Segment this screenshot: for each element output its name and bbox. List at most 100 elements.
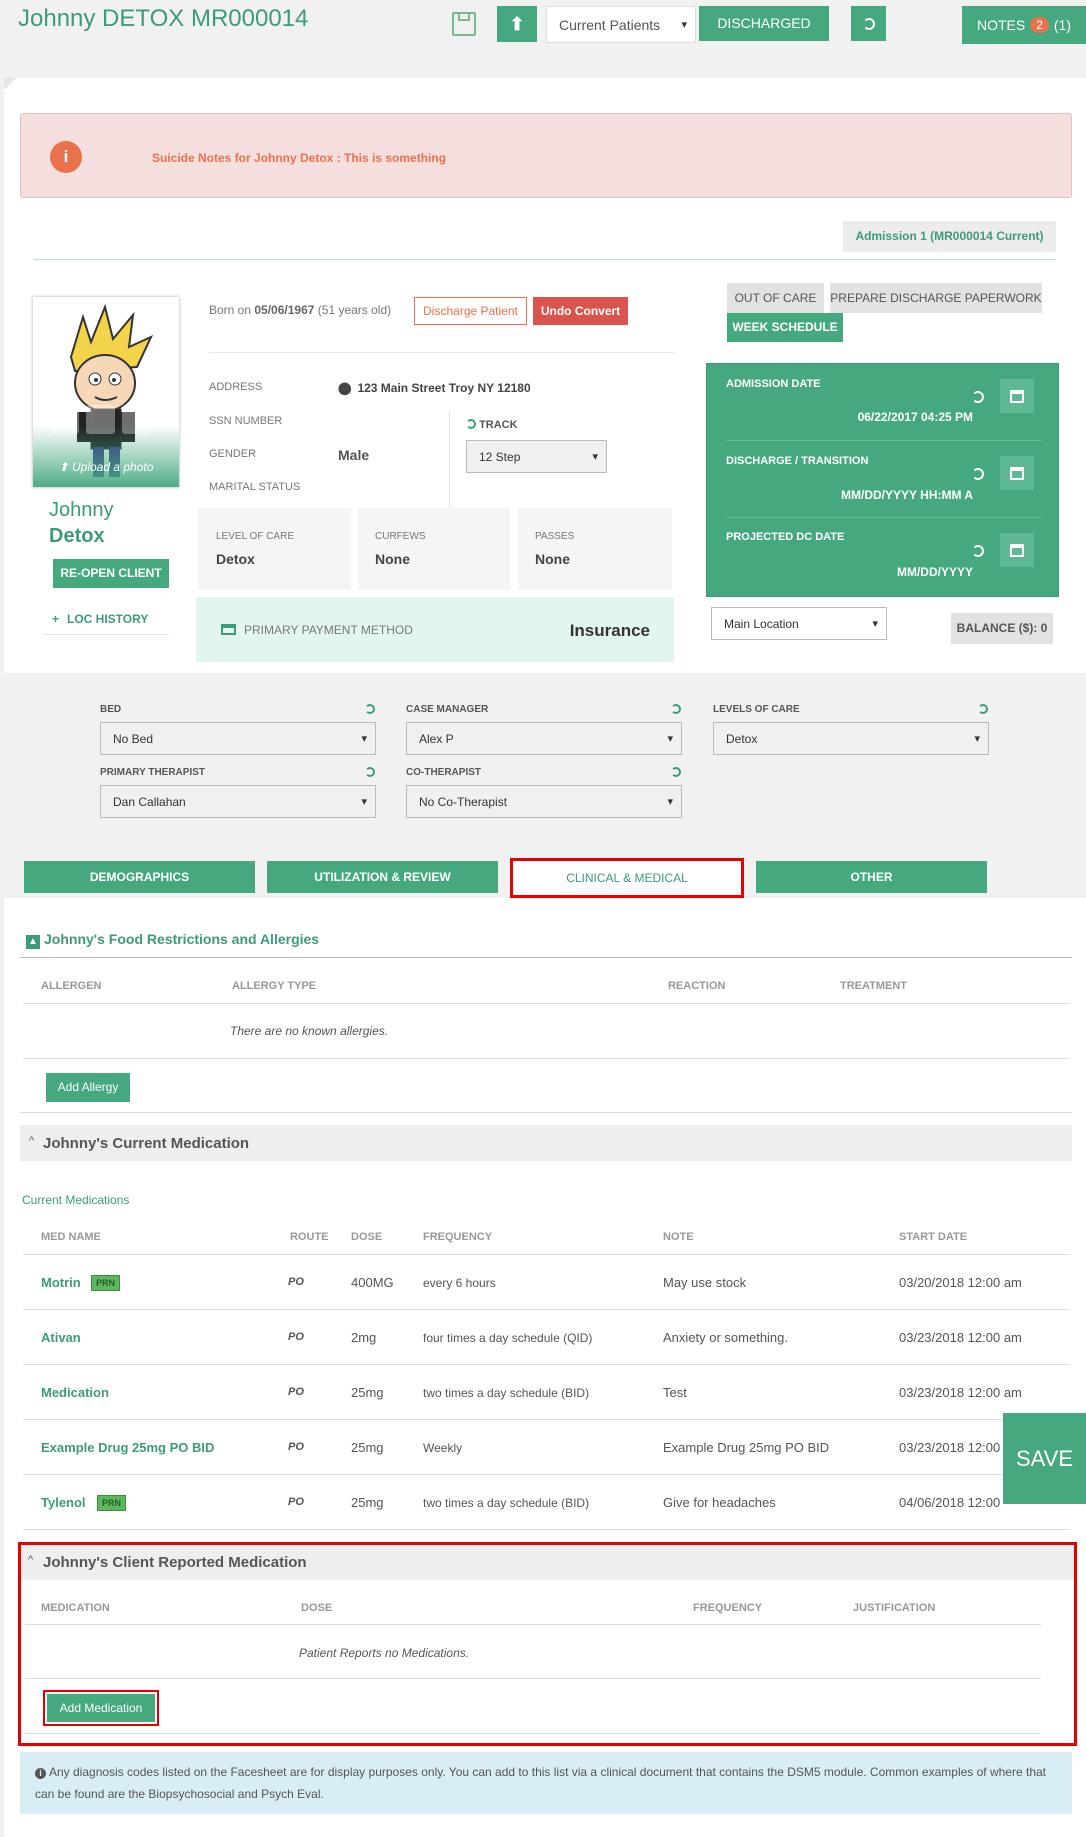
upload-photo-link[interactable]: Upload a photo — [72, 460, 153, 474]
prepare-discharge-button[interactable]: PREPARE DISCHARGE PAPERWORK — [830, 283, 1042, 313]
med-frequency: four times a day schedule (QID) — [423, 1331, 593, 1345]
chevron-up-icon: ^ — [29, 1135, 35, 1147]
upload-button[interactable]: ⬆ — [497, 6, 537, 42]
alert-text: Suicide Notes for Johnny Detox : This is… — [152, 151, 447, 165]
curfews-box: CURFEWS None — [358, 508, 510, 590]
bed-history-icon[interactable] — [365, 704, 375, 714]
gender-value: Male — [338, 447, 370, 463]
med-name[interactable]: Medication — [41, 1385, 109, 1400]
track-select[interactable]: 12 Step — [466, 440, 607, 473]
payment-method-box[interactable]: PRIMARY PAYMENT METHOD Insurance — [196, 597, 674, 662]
med-header-start: START DATE — [899, 1231, 968, 1243]
save-disk-icon[interactable] — [452, 12, 476, 36]
levels-of-care-select[interactable]: Detox — [713, 722, 989, 755]
allergies-section-title[interactable]: ▲ Johnny's Food Restrictions and Allergie… — [26, 931, 319, 949]
patient-filter-select[interactable]: Current Patients — [546, 6, 696, 43]
table-row[interactable]: Ativan PO 2mg four times a day schedule … — [23, 1310, 1070, 1365]
reopen-client-button[interactable]: RE-OPEN CLIENT — [53, 559, 169, 588]
add-medication-button[interactable]: Add Medication — [47, 1694, 155, 1722]
allergy-header-reaction: REACTION — [668, 980, 726, 992]
notes-button[interactable]: NOTES 2 (1) — [962, 6, 1086, 44]
projected-calendar-button[interactable] — [1000, 533, 1034, 567]
projected-history-icon[interactable] — [972, 545, 984, 557]
med-name[interactable]: Motrin — [41, 1275, 81, 1290]
discharged-button[interactable]: DISCHARGED — [699, 6, 829, 41]
location-select[interactable]: Main Location — [711, 607, 887, 640]
patient-filter-value: Current Patients — [559, 16, 661, 33]
med-name[interactable]: Example Drug 25mg PO BID — [41, 1440, 214, 1455]
med-note: Give for headaches — [663, 1495, 776, 1510]
gender-label: GENDER — [209, 448, 257, 460]
address-label: ADDRESS — [209, 381, 263, 393]
table-row[interactable]: Example Drug 25mg PO BID PO 25mg Weekly … — [23, 1420, 1070, 1475]
page-title: Johnny DETOX MR000014 — [18, 5, 309, 32]
med-route: PO — [288, 1496, 304, 1508]
med-route: PO — [288, 1331, 304, 1343]
track-value: 12 Step — [479, 449, 521, 464]
co-therapist-history-icon[interactable] — [671, 767, 681, 777]
add-allergy-button[interactable]: Add Allergy — [46, 1073, 130, 1102]
discharge-history-icon[interactable] — [972, 468, 984, 480]
tab-utilization-review[interactable]: UTILIZATION & REVIEW — [267, 861, 498, 893]
primary-therapist-label: PRIMARY THERAPIST — [100, 767, 206, 778]
history-icon — [862, 17, 875, 30]
admission-calendar-button[interactable] — [1000, 379, 1034, 413]
track-history-icon[interactable] — [466, 419, 476, 429]
collapse-icon: ▲ — [26, 935, 40, 949]
med-frequency: two times a day schedule (BID) — [423, 1496, 590, 1510]
download-photo-icon[interactable] — [50, 405, 79, 434]
reported-med-section-header[interactable]: ^ Johnny's Client Reported Medication — [21, 1545, 1074, 1580]
reported-header-dose: DOSE — [301, 1602, 333, 1614]
address-value: ⬤ 123 Main Street Troy NY 12180 — [338, 381, 531, 395]
admission-date-label: ADMISSION DATE — [726, 378, 821, 390]
tab-clinical-medical[interactable]: CLINICAL & MEDICAL — [510, 858, 744, 898]
week-schedule-button[interactable]: WEEK SCHEDULE — [727, 313, 843, 342]
upload-photo-icon: ⬆ — [58, 460, 69, 474]
med-header-note: NOTE — [663, 1231, 694, 1243]
undo-convert-button[interactable]: Undo Convert — [533, 297, 628, 325]
reported-header-line — [25, 1624, 1041, 1625]
med-note: Anxiety or something. — [663, 1330, 789, 1345]
level-of-care-box: LEVEL OF CARE Detox — [198, 508, 351, 590]
projected-date-label: PROJECTED DC DATE — [726, 531, 845, 543]
ssn-label: SSN NUMBER — [209, 415, 283, 427]
allergy-empty-line — [23, 1058, 1070, 1059]
current-med-section-header[interactable]: ^ Johnny's Current Medication — [20, 1125, 1072, 1161]
levels-of-care-history-icon[interactable] — [978, 704, 988, 714]
table-row[interactable]: Medication PO 25mg two times a day sched… — [23, 1365, 1070, 1420]
med-dose: 400MG — [351, 1275, 394, 1290]
case-manager-history-icon[interactable] — [671, 704, 681, 714]
med-header-route: ROUTE — [290, 1231, 329, 1243]
admission-badge[interactable]: Admission 1 (MR000014 Current) — [843, 221, 1056, 252]
current-med-subtitle: Current Medications — [22, 1193, 130, 1207]
med-name[interactable]: Tylenol — [41, 1495, 86, 1510]
tab-demographics[interactable]: DEMOGRAPHICS — [24, 861, 255, 893]
med-start-date: 03/20/2018 12:00 am — [899, 1275, 1022, 1290]
table-row[interactable]: Motrin PRN PO 400MG every 6 hours May us… — [23, 1255, 1070, 1310]
med-route: PO — [288, 1386, 304, 1398]
primary-therapist-history-icon[interactable] — [365, 767, 375, 777]
loc-history-link[interactable]: + LOC HISTORY — [52, 612, 148, 626]
level-of-care-label: LEVEL OF CARE — [216, 531, 294, 542]
prn-badge: PRN — [97, 1495, 127, 1511]
bed-select[interactable]: No Bed — [100, 722, 376, 755]
med-dose: 25mg — [351, 1440, 384, 1455]
out-of-care-button[interactable]: OUT OF CARE — [727, 283, 824, 313]
admission-date-value: 06/22/2017 04:25 PM — [857, 410, 973, 424]
rotate-icon[interactable] — [122, 405, 151, 434]
case-manager-select[interactable]: Alex P — [406, 722, 682, 755]
table-row[interactable]: Tylenol PRN PO 25mg two times a day sche… — [23, 1475, 1070, 1530]
camera-icon[interactable] — [86, 405, 115, 434]
med-name[interactable]: Ativan — [41, 1330, 81, 1345]
tab-other[interactable]: OTHER — [756, 861, 987, 893]
profile-photo[interactable]: ⬆ Upload a photo — [33, 297, 179, 487]
med-note: May use stock — [663, 1275, 747, 1290]
history-button[interactable] — [851, 6, 886, 41]
admission-history-icon[interactable] — [972, 391, 984, 403]
co-therapist-select[interactable]: No Co-Therapist — [406, 785, 682, 818]
save-button[interactable]: SAVE — [1003, 1413, 1086, 1504]
discharge-calendar-button[interactable] — [1000, 456, 1034, 490]
co-therapist-label: CO-THERAPIST — [406, 767, 481, 778]
discharge-patient-button[interactable]: Discharge Patient — [414, 297, 527, 325]
primary-therapist-select[interactable]: Dan Callahan — [100, 785, 376, 818]
